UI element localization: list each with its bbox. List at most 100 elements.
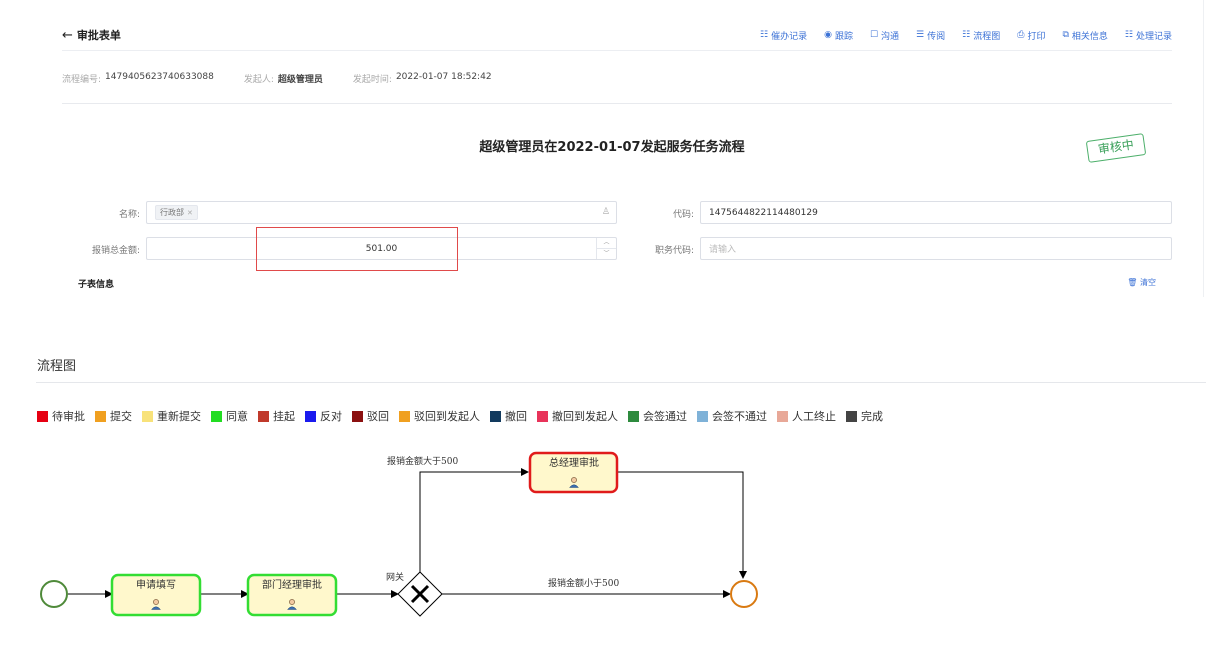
- action-circulate[interactable]: ☰ 传阅: [916, 29, 945, 42]
- legend-item: 撤回: [490, 408, 527, 424]
- legend-item: 驳回: [352, 408, 389, 424]
- legend-label: 提交: [110, 410, 132, 423]
- stepper-up-icon[interactable]: ︿: [597, 238, 616, 249]
- legend-item: 重新提交: [142, 408, 201, 424]
- flow-meta: 流程编号: 1479405623740633088 发起人: 超级管理员 发起时…: [62, 72, 522, 85]
- start-event[interactable]: [40, 580, 68, 608]
- flow-no-label: 流程编号:: [62, 75, 102, 85]
- start-time-label: 发起时间:: [352, 75, 392, 85]
- legend-label: 会签不通过: [712, 410, 767, 423]
- legend-item: 待审批: [37, 408, 85, 424]
- action-related-info[interactable]: ⧉ 相关信息: [1062, 29, 1107, 42]
- action-communicate[interactable]: ☐ 沟通: [870, 29, 899, 42]
- legend-swatch: [37, 410, 48, 422]
- action-label: 跟踪: [834, 31, 853, 42]
- legend-label: 驳回: [367, 410, 389, 423]
- divider: [62, 50, 1172, 51]
- action-bar: ☷ 催办记录 ◉ 跟踪 ☐ 沟通 ☰ 传阅 ☷ 流程图 ⎙ 打印 ⧉ 相关信息 ☷ 处理记录: [743, 22, 1172, 48]
- legend-swatch: [305, 410, 316, 422]
- chat-icon: ☐: [869, 30, 879, 40]
- start-time-value: 2022-01-07 18:52:42: [395, 72, 492, 82]
- legend-item: 完成: [846, 408, 883, 424]
- legend-swatch: [258, 410, 269, 422]
- legend-label: 重新提交: [157, 410, 201, 423]
- subtable-title: 子表信息: [78, 280, 115, 290]
- action-track[interactable]: ◉ 跟踪: [824, 29, 853, 42]
- action-label: 处理记录: [1135, 31, 1172, 42]
- trash-icon: 🗑: [1127, 278, 1138, 287]
- legend-label: 会签通过: [643, 410, 687, 423]
- back-arrow-icon: ←: [62, 27, 73, 43]
- amount-value: 501.00: [365, 243, 398, 254]
- legend-swatch: [537, 410, 548, 422]
- legend-label: 完成: [861, 410, 883, 423]
- legend-label: 驳回到发起人: [414, 410, 480, 423]
- legend-label: 人工终止: [792, 410, 836, 423]
- legend-swatch: [211, 410, 222, 422]
- legend-label: 同意: [226, 410, 248, 423]
- job-code-label: 职务代码:: [654, 246, 694, 256]
- legend-swatch: [846, 410, 857, 422]
- legend-item: 同意: [211, 408, 248, 424]
- exclusive-gateway[interactable]: [397, 571, 443, 617]
- action-label: 催办记录: [771, 31, 808, 42]
- legend-item: 会签不通过: [697, 408, 767, 424]
- action-label: 传阅: [927, 31, 946, 42]
- status-legend: 待审批 提交 重新提交 同意 挂起 反对 驳回 驳回到发起人 撤回 撤回到发起人 会签通过 会签不通过…: [37, 408, 893, 424]
- back-link[interactable]: ← 审批表单: [62, 22, 121, 48]
- amount-stepper[interactable]: ︿ ﹀: [596, 238, 616, 259]
- action-flowchart[interactable]: ☷ 流程图: [962, 29, 1000, 42]
- legend-label: 挂起: [273, 410, 295, 423]
- related-icon: ⧉: [1062, 30, 1069, 40]
- flow-no-value: 1479405623740633088: [105, 72, 214, 82]
- legend-item: 会签通过: [628, 408, 687, 424]
- legend-label: 撤回到发起人: [552, 410, 618, 423]
- action-print[interactable]: ⎙ 打印: [1017, 29, 1045, 42]
- page-title: 审批表单: [76, 29, 121, 42]
- task-dept-label: 部门经理审批: [262, 578, 322, 591]
- legend-swatch: [697, 410, 708, 422]
- initiator-value: 超级管理员: [277, 75, 323, 85]
- forward-icon: ☰: [916, 30, 925, 40]
- clear-button[interactable]: 🗑 清空: [1127, 277, 1156, 288]
- edge-gm-end: [617, 471, 747, 579]
- legend-swatch: [628, 410, 639, 422]
- flow-diagram: 报销金额大于500 报销金额小于500 申请填写 部门经理审批 总经理审批 网关: [40, 451, 758, 617]
- legend-item: 驳回到发起人: [399, 408, 480, 424]
- legend-label: 待审批: [52, 410, 85, 423]
- action-label: 打印: [1027, 31, 1046, 42]
- tag-close-icon[interactable]: ✕: [187, 209, 193, 217]
- legend-item: 反对: [305, 408, 342, 424]
- action-label: 相关信息: [1071, 31, 1108, 42]
- task-apply[interactable]: 申请填写: [110, 573, 202, 617]
- legend-item: 人工终止: [777, 408, 836, 424]
- user-picker-icon[interactable]: ♙: [602, 207, 610, 217]
- action-reminder-record[interactable]: ☷ 催办记录: [760, 29, 807, 42]
- task-gm-approval[interactable]: 总经理审批: [528, 451, 619, 494]
- form-title: 超级管理员在2022-01-07发起服务任务流程: [479, 140, 745, 155]
- action-process-record[interactable]: ☷ 处理记录: [1125, 29, 1172, 42]
- code-label: 代码:: [672, 210, 694, 220]
- legend-swatch: [777, 410, 788, 422]
- stepper-down-icon[interactable]: ﹀: [597, 249, 616, 259]
- amount-input[interactable]: 501.00 ︿ ﹀: [146, 237, 617, 260]
- amount-label: 报销总金额:: [91, 246, 140, 256]
- print-icon: ⎙: [1017, 30, 1025, 40]
- name-field[interactable]: 行政部 ✕ ♙: [146, 201, 617, 224]
- history-icon: ☷: [1124, 30, 1133, 40]
- task-dept-approval[interactable]: 部门经理审批: [246, 573, 338, 617]
- name-tag: 行政部 ✕: [155, 205, 198, 220]
- name-tag-text: 行政部: [160, 208, 184, 217]
- edge-label-lt500: 报销金额小于500: [548, 577, 619, 589]
- legend-swatch: [490, 410, 501, 422]
- legend-swatch: [399, 410, 410, 422]
- code-field[interactable]: 1475644822114480129: [700, 201, 1172, 224]
- divider: [62, 103, 1172, 104]
- legend-swatch: [352, 410, 363, 422]
- end-event[interactable]: [730, 580, 758, 608]
- legend-item: 提交: [95, 408, 132, 424]
- track-icon: ◉: [824, 30, 832, 40]
- job-code-input[interactable]: 请输入: [700, 237, 1172, 260]
- legend-swatch: [142, 410, 153, 422]
- flow-heading: 流程图: [37, 359, 77, 374]
